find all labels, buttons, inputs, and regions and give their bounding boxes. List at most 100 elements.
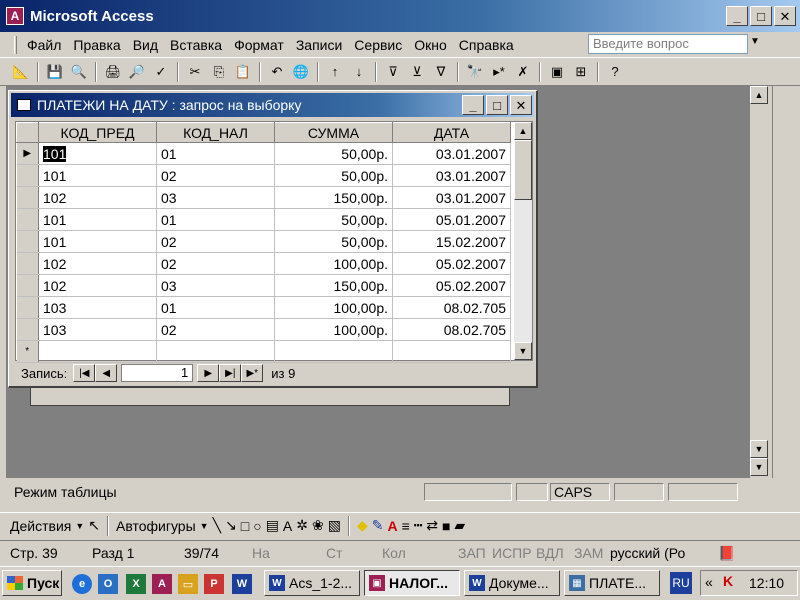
table-cell[interactable]: 101: [38, 164, 157, 187]
table-cell[interactable]: 03.01.2007: [392, 142, 511, 165]
menu-edit[interactable]: Правка: [67, 37, 126, 53]
close-icon[interactable]: ✕: [774, 6, 796, 26]
row-selector[interactable]: [16, 296, 39, 319]
table-row[interactable]: 103 02 100,00р. 08.02.705: [16, 318, 511, 341]
arrow-style-icon[interactable]: ⇄: [426, 517, 438, 534]
scroll-down-more-icon[interactable]: ▼: [750, 458, 768, 476]
column-header[interactable]: КОД_ПРЕД: [38, 122, 157, 143]
sort-descending-icon[interactable]: ↓: [348, 61, 370, 83]
last-record-icon[interactable]: ▶|: [219, 364, 242, 382]
table-row[interactable]: 101 02 50,00р. 15.02.2007: [16, 230, 511, 253]
new-record-row[interactable]: *: [16, 340, 511, 363]
rectangle-icon[interactable]: □: [241, 518, 249, 534]
sort-ascending-icon[interactable]: ↑: [324, 61, 346, 83]
shadow-icon[interactable]: ■: [442, 518, 450, 534]
table-cell[interactable]: 05.02.2007: [392, 274, 511, 297]
cut-icon[interactable]: ✂: [184, 61, 206, 83]
filter-by-form-icon[interactable]: ⊻: [406, 61, 428, 83]
menu-window[interactable]: Окно: [408, 37, 453, 53]
row-selector[interactable]: ▶: [16, 142, 39, 165]
table-cell[interactable]: 103: [38, 318, 157, 341]
ask-question-input[interactable]: Введите вопрос: [588, 34, 748, 54]
row-selector[interactable]: [16, 274, 39, 297]
save-icon[interactable]: 💾: [44, 61, 66, 83]
fill-color-icon[interactable]: ◆: [357, 517, 368, 534]
chevron-down-icon[interactable]: ▼: [75, 521, 84, 531]
table-row[interactable]: 101 01 50,00р. 05.01.2007: [16, 208, 511, 231]
internet-explorer-icon[interactable]: e: [72, 574, 92, 594]
row-selector[interactable]: [16, 164, 39, 187]
table-row[interactable]: 102 02 100,00р. 05.02.2007: [16, 252, 511, 275]
minimize-icon[interactable]: _: [462, 95, 484, 115]
table-cell[interactable]: 50,00р.: [274, 142, 393, 165]
find-icon[interactable]: 🔭: [464, 61, 486, 83]
table-cell[interactable]: 15.02.2007: [392, 230, 511, 253]
scroll-down-icon[interactable]: ▼: [514, 342, 532, 360]
table-cell[interactable]: 100,00р.: [274, 318, 393, 341]
database-window-icon[interactable]: ▣: [546, 61, 568, 83]
undo-icon[interactable]: ↶: [266, 61, 288, 83]
menu-file[interactable]: Файл: [21, 37, 67, 53]
table-cell[interactable]: 50,00р.: [274, 230, 393, 253]
filter-by-selection-icon[interactable]: ⊽: [382, 61, 404, 83]
taskbar-button[interactable]: W Acs_1-2...: [264, 570, 360, 596]
table-cell[interactable]: 150,00р.: [274, 186, 393, 209]
table-cell[interactable]: 102: [38, 252, 157, 275]
row-selector[interactable]: [16, 208, 39, 231]
3d-icon[interactable]: ▰: [454, 517, 465, 534]
table-cell[interactable]: 08.02.705: [392, 296, 511, 319]
table-row[interactable]: 102 03 150,00р. 03.01.2007: [16, 186, 511, 209]
kaspersky-icon[interactable]: K: [723, 573, 733, 589]
table-cell[interactable]: 03: [156, 274, 275, 297]
select-objects-icon[interactable]: ↖: [88, 517, 100, 534]
taskbar-button[interactable]: W Докуме...: [464, 570, 560, 596]
taskbar-button[interactable]: ▦ ПЛАТЕ...: [564, 570, 660, 596]
track-changes-indicator[interactable]: ИСПР: [492, 545, 532, 561]
row-selector[interactable]: [16, 186, 39, 209]
first-record-icon[interactable]: |◀: [73, 364, 96, 382]
table-cell[interactable]: 150,00р.: [274, 274, 393, 297]
table-cell[interactable]: 02: [156, 164, 275, 187]
chevron-down-icon[interactable]: ▼: [200, 521, 209, 531]
explorer-folder-icon[interactable]: ▭: [178, 574, 198, 594]
table-row[interactable]: ▶ 101 01 50,00р. 03.01.2007: [16, 142, 511, 165]
excel-icon[interactable]: X: [126, 574, 146, 594]
table-cell[interactable]: 03.01.2007: [392, 164, 511, 187]
menu-records[interactable]: Записи: [290, 37, 348, 53]
clock[interactable]: 12:10: [749, 575, 784, 591]
diagram-icon[interactable]: ✲: [296, 517, 308, 534]
view-icon[interactable]: 📐: [10, 61, 32, 83]
table-cell[interactable]: 01: [156, 296, 275, 319]
close-icon[interactable]: ✕: [510, 95, 532, 115]
drawing-actions-menu[interactable]: Действия: [10, 518, 71, 534]
line-style-icon[interactable]: ≡: [402, 518, 410, 534]
new-record-nav-icon[interactable]: ▶*: [241, 364, 264, 382]
copy-icon[interactable]: ⎘: [208, 61, 230, 83]
row-selector[interactable]: [16, 230, 39, 253]
menu-format[interactable]: Формат: [228, 37, 290, 53]
table-row[interactable]: 102 03 150,00р. 05.02.2007: [16, 274, 511, 297]
table-cell[interactable]: 101: [38, 142, 157, 165]
textbox-icon[interactable]: ▤: [266, 517, 279, 534]
table-cell[interactable]: 101: [38, 208, 157, 231]
scroll-down-icon[interactable]: ▼: [750, 440, 768, 458]
menu-insert[interactable]: Вставка: [164, 37, 228, 53]
oval-icon[interactable]: ○: [253, 518, 261, 534]
table-cell[interactable]: [156, 340, 275, 363]
new-record-marker[interactable]: *: [16, 340, 39, 363]
table-cell[interactable]: 102: [38, 186, 157, 209]
workspace-vertical-scrollbar[interactable]: ▲ ▼ ▼: [750, 86, 770, 478]
column-header[interactable]: ДАТА: [392, 122, 511, 143]
table-cell[interactable]: [274, 340, 393, 363]
maximize-icon[interactable]: □: [486, 95, 508, 115]
table-cell[interactable]: 100,00р.: [274, 296, 393, 319]
table-cell[interactable]: 02: [156, 230, 275, 253]
table-cell[interactable]: 100,00р.: [274, 252, 393, 275]
table-cell[interactable]: 01: [156, 208, 275, 231]
table-cell[interactable]: 103: [38, 296, 157, 319]
record-macro-indicator[interactable]: ЗАП: [458, 545, 486, 561]
delete-record-icon[interactable]: ✗: [512, 61, 534, 83]
start-button[interactable]: Пуск: [2, 570, 62, 596]
row-selector[interactable]: [16, 252, 39, 275]
table-cell[interactable]: 50,00р.: [274, 164, 393, 187]
